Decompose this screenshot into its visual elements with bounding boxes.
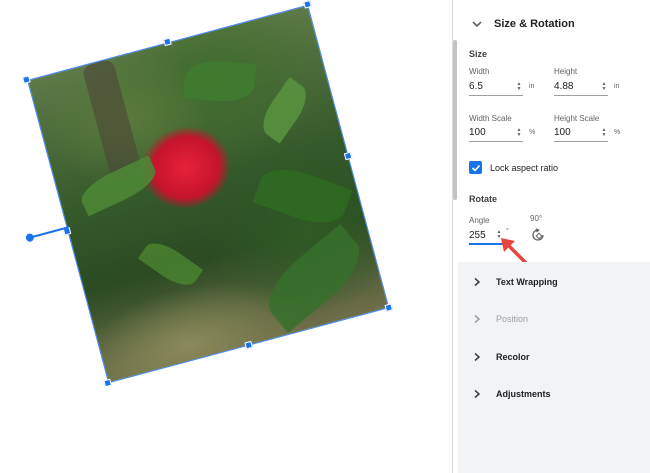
section-label: Text Wrapping [496,277,558,287]
height-input[interactable]: 4.88 ▲ ▼ [554,78,608,96]
size-rotation-header[interactable]: Size & Rotation [470,14,575,34]
height-unit: in [614,83,620,90]
chevron-right-icon [470,312,484,326]
width-scale-input[interactable]: 100 ▲ ▼ [469,124,523,142]
section-text-wrapping[interactable]: Text Wrapping [470,272,558,292]
section-label: Recolor [496,352,530,362]
section-adjustments[interactable]: Adjustments [470,384,551,404]
selected-image[interactable] [22,0,394,388]
chevron-right-icon [470,275,484,289]
width-value: 6.5 [469,81,483,92]
width-input[interactable]: 6.5 ▲ ▼ [469,78,523,96]
height-scale-unit: % [614,129,621,136]
chevron-right-icon [470,350,484,364]
leaf-6 [255,77,315,144]
width-label: Width [469,67,490,76]
width-stepper-icon[interactable]: ▲ ▼ [515,81,523,92]
collapsed-sections-area [458,262,650,473]
resize-handle-bottom-right[interactable] [384,303,394,312]
rotate-handle[interactable] [24,232,35,243]
height-stepper-icon[interactable]: ▲ ▼ [600,81,608,92]
height-scale-stepper-icon[interactable]: ▲ ▼ [600,127,608,138]
height-label: Height [554,67,578,76]
height-scale-input[interactable]: 100 ▲ ▼ [554,124,608,142]
leaf-5 [137,235,204,293]
checkbox-checked-icon[interactable] [469,161,482,174]
width-scale-value: 100 [469,127,486,138]
section-recolor[interactable]: Recolor [470,347,530,367]
size-rotation-title: Size & Rotation [494,18,575,30]
panel-scrollbar[interactable] [453,40,457,200]
angle-label: Angle [469,216,490,225]
document-canvas [0,0,452,473]
leaf-1 [183,58,257,105]
size-subtitle: Size [469,49,488,59]
leaf-3 [252,159,353,233]
resize-handle-top-right[interactable] [303,0,312,9]
section-position: Position [470,309,528,329]
section-label: Adjustments [496,389,551,399]
resize-handle-right[interactable] [343,151,353,161]
height-value: 4.88 [554,81,574,92]
angle-value: 255 [469,229,486,241]
chevron-down-icon [470,17,484,31]
height-scale-label: Height Scale [554,114,600,123]
width-scale-label: Width Scale [469,114,512,123]
lock-aspect-ratio-label: Lock aspect ratio [490,162,559,173]
width-scale-unit: % [529,129,536,136]
rotate-subtitle: Rotate [469,194,498,204]
width-scale-stepper-icon[interactable]: ▲ ▼ [515,127,523,138]
resize-handle-bottom[interactable] [244,340,253,350]
chevron-right-icon [470,387,484,401]
leaf-4 [255,223,373,333]
lock-aspect-ratio[interactable]: Lock aspect ratio [469,161,558,174]
section-label: Position [496,314,529,324]
rotate-90-label: 90° [530,214,543,223]
width-unit: in [529,83,535,90]
hibiscus-photo[interactable] [27,4,390,384]
height-scale-value: 100 [554,127,571,138]
resize-handle-bottom-left[interactable] [103,378,112,388]
